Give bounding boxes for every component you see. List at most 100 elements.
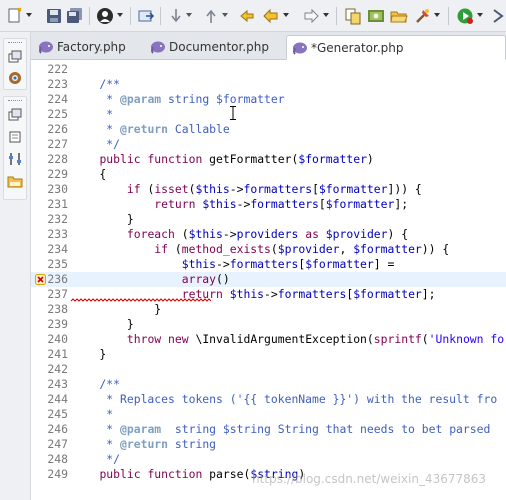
toolbar-separator <box>130 7 131 25</box>
code-text[interactable]: foreach ($this->providers as $provider) … <box>72 227 408 242</box>
save-icon[interactable] <box>45 7 63 25</box>
code-line[interactable]: 244 * Replaces tokens ('{{ tokenName }}'… <box>31 392 506 407</box>
code-text[interactable]: } <box>72 317 134 332</box>
back-icon[interactable] <box>262 7 280 25</box>
code-line[interactable]: 239 } <box>31 317 506 332</box>
line-number: 249 <box>47 467 68 481</box>
php-elephant-icon <box>38 40 54 54</box>
php-perspective-icon[interactable] <box>367 7 385 25</box>
code-text[interactable]: { <box>72 167 106 182</box>
open-folder-icon[interactable] <box>390 7 408 25</box>
code-text[interactable]: */ <box>72 137 120 152</box>
code-line[interactable]: 224 * @param string $formatter <box>31 92 506 107</box>
php-elephant-icon <box>292 41 308 55</box>
code-line[interactable]: 227 */ <box>31 137 506 152</box>
chevron-down-icon[interactable] <box>185 11 193 19</box>
line-number: 246 <box>47 422 68 436</box>
chevron-down-icon[interactable] <box>476 11 484 19</box>
chevron-down-icon[interactable] <box>116 11 124 19</box>
code-text[interactable]: } <box>72 212 134 227</box>
drag-handle[interactable] <box>8 42 22 45</box>
code-line[interactable]: 235 $this->formatters[$formatter] = <box>31 257 506 272</box>
code-line[interactable]: 233 foreach ($this->providers as $provid… <box>31 227 506 242</box>
chevron-down-icon[interactable] <box>322 11 330 19</box>
text-cursor-ibeam-icon <box>230 106 236 120</box>
code-line[interactable]: 242 <box>31 362 506 377</box>
code-text[interactable]: public function getFormatter($formatter) <box>72 152 373 167</box>
git-repository-icon[interactable] <box>7 173 23 189</box>
chevron-down-icon[interactable] <box>433 11 441 19</box>
code-line[interactable]: 232 } <box>31 212 506 227</box>
line-number: 227 <box>47 137 68 151</box>
code-line[interactable]: 229 { <box>31 167 506 182</box>
code-text[interactable]: * @param string $string String that need… <box>72 422 490 437</box>
code-text[interactable]: if (isset($this->formatters[$formatter])… <box>72 182 422 197</box>
last-edit-icon[interactable] <box>238 7 256 25</box>
code-line[interactable]: 247 * @return string <box>31 437 506 452</box>
chevron-down-icon[interactable] <box>221 11 229 19</box>
code-text[interactable]: * <box>72 107 113 122</box>
chevron-down-icon[interactable] <box>282 11 290 19</box>
code-line[interactable]: 248 */ <box>31 452 506 467</box>
code-line[interactable]: 240 throw new \InvalidArgumentException(… <box>31 332 506 347</box>
tab-generator-php[interactable]: *Generator.php <box>286 35 506 60</box>
code-text[interactable]: * @param string $formatter <box>72 92 284 107</box>
next-annotation-icon[interactable] <box>167 7 185 25</box>
code-editor[interactable]: 222 223 /** 224 * @param string $formatter… <box>31 60 506 500</box>
debug-icon[interactable] <box>490 7 506 25</box>
tab-documentor-php[interactable]: Documentor.php <box>145 35 285 60</box>
code-line[interactable]: 245 * <box>31 407 506 422</box>
code-text[interactable]: * @return Callable <box>72 122 229 137</box>
code-text[interactable]: throw new \InvalidArgumentException(spri… <box>72 332 504 347</box>
code-line[interactable]: 236 array() <box>31 272 506 287</box>
restore-icon[interactable] <box>7 129 23 145</box>
code-text[interactable]: if (method_exists($provider, $formatter)… <box>72 242 449 257</box>
code-text[interactable]: */ <box>72 452 120 467</box>
line-number: 234 <box>47 242 68 256</box>
code-line[interactable]: 243 /** <box>31 377 506 392</box>
code-text[interactable]: * Replaces tokens ('{{ tokenName }}') wi… <box>72 392 497 407</box>
hierarchy-icon[interactable] <box>7 151 23 167</box>
code-line[interactable]: 238 } <box>31 302 506 317</box>
watermark: https://blog.csdn.net/weixin_43677863 <box>252 472 487 486</box>
code-text[interactable]: array() <box>72 272 230 287</box>
error-marker-icon[interactable] <box>35 274 46 285</box>
new-file-icon[interactable] <box>6 7 24 25</box>
code-line[interactable]: 246 * @param string $string String that … <box>31 422 506 437</box>
copy-icon[interactable] <box>344 7 362 25</box>
forward-icon[interactable] <box>302 7 320 25</box>
code-line[interactable]: 226 * @return Callable <box>31 122 506 137</box>
restore-icon[interactable] <box>7 107 23 123</box>
chevron-down-icon[interactable] <box>25 11 33 19</box>
open-file-icon[interactable] <box>137 7 155 25</box>
tab-label: Factory.php <box>57 40 126 54</box>
external-tool-icon[interactable] <box>414 7 432 25</box>
drag-handle[interactable] <box>8 100 22 103</box>
code-text[interactable]: /** <box>72 377 120 392</box>
code-text[interactable]: $this->formatters[$formatter] = <box>72 257 395 272</box>
code-text[interactable]: return $this->formatters[$formatter]; <box>72 197 408 212</box>
person-icon[interactable] <box>96 7 114 25</box>
code-line[interactable]: 231 return $this->formatters[$formatter]… <box>31 197 506 212</box>
code-text[interactable]: /** <box>72 77 120 92</box>
save-all-icon[interactable] <box>66 7 84 25</box>
code-text[interactable]: } <box>72 347 106 362</box>
code-line[interactable]: 234 if (method_exists($provider, $format… <box>31 242 506 257</box>
code-line[interactable]: 222 <box>31 62 506 77</box>
tab-factory-php[interactable]: Factory.php <box>33 35 149 60</box>
tab-label: Documentor.php <box>169 40 269 54</box>
code-line[interactable]: 223 /** <box>31 77 506 92</box>
settings-gear-icon[interactable] <box>7 70 23 86</box>
code-line[interactable]: 241 } <box>31 347 506 362</box>
line-number: 224 <box>47 92 68 106</box>
run-icon[interactable] <box>456 7 474 25</box>
previous-annotation-icon[interactable] <box>202 7 220 25</box>
restore-icon[interactable] <box>7 49 23 65</box>
code-line[interactable]: 225 * <box>31 107 506 122</box>
code-text[interactable]: * @return string <box>72 437 216 452</box>
code-line[interactable]: 230 if (isset($this->formatters[$formatt… <box>31 182 506 197</box>
line-number: 229 <box>47 167 68 181</box>
code-text[interactable]: } <box>72 302 161 317</box>
code-text[interactable]: * <box>72 407 113 422</box>
code-line[interactable]: 228 public function getFormatter($format… <box>31 152 506 167</box>
